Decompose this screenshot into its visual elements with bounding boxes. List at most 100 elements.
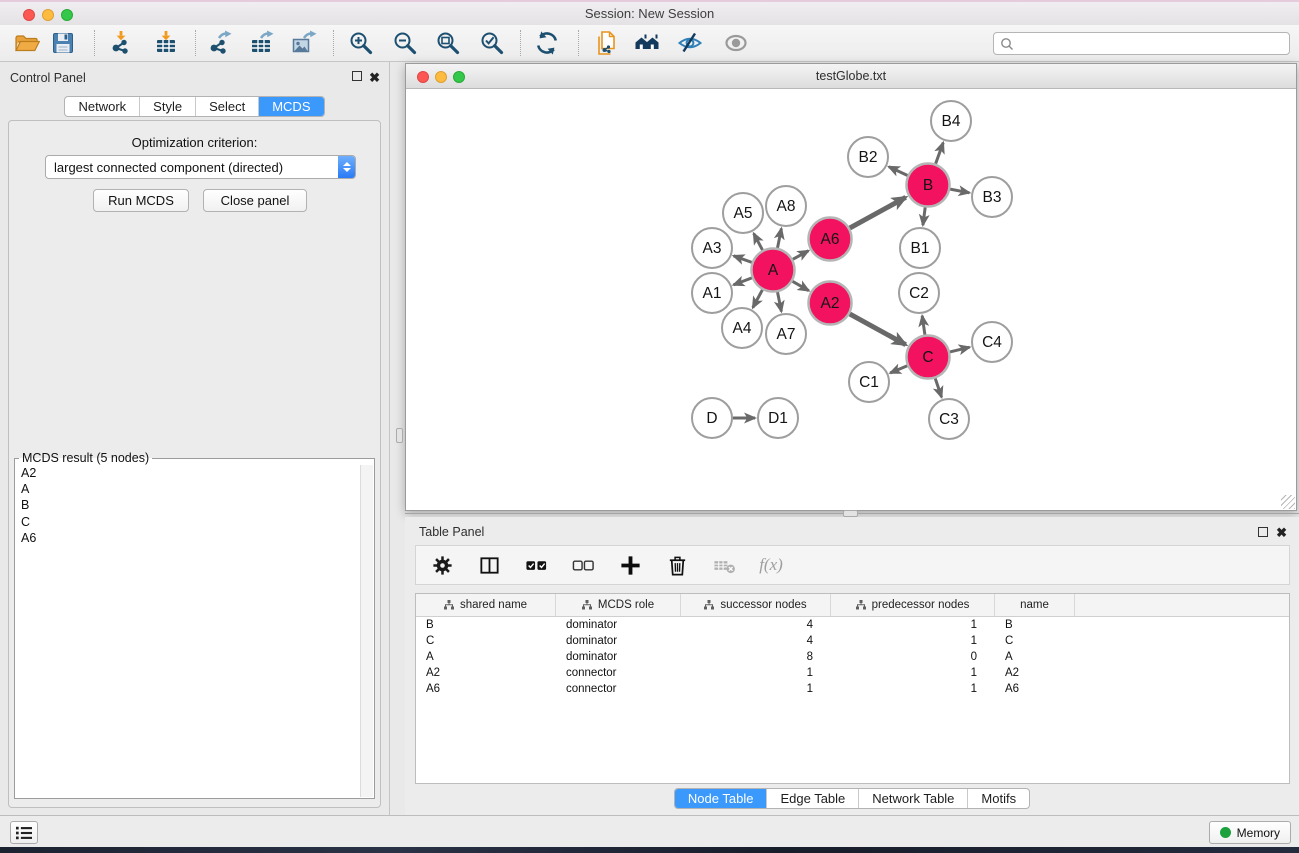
export-table-button[interactable] bbox=[243, 28, 279, 58]
table-settings-button[interactable] bbox=[430, 553, 454, 577]
save-session-button[interactable] bbox=[45, 28, 81, 58]
graph-node-C4[interactable]: C4 bbox=[972, 322, 1012, 362]
result-list-scrollbar[interactable] bbox=[360, 465, 373, 797]
network-window-titlebar[interactable]: testGlobe.txt bbox=[406, 64, 1296, 89]
graph-node-A6[interactable]: A6 bbox=[809, 218, 852, 261]
graph-node-B3[interactable]: B3 bbox=[972, 177, 1012, 217]
graph-node-B[interactable]: B bbox=[907, 164, 950, 207]
table-cell[interactable]: 4 bbox=[681, 633, 831, 649]
table-close-panel-icon[interactable]: ✖ bbox=[1276, 528, 1287, 538]
table-cell[interactable]: 1 bbox=[831, 665, 995, 681]
tab-node-table[interactable]: Node Table bbox=[675, 789, 767, 808]
graph-node-A2[interactable]: A2 bbox=[809, 282, 852, 325]
close-panel-icon[interactable]: ✖ bbox=[369, 73, 380, 83]
graph-edge-B-B3[interactable] bbox=[950, 189, 969, 193]
graph-edge-A-A2[interactable] bbox=[793, 281, 809, 290]
graph-edge-A-A5[interactable] bbox=[754, 233, 763, 250]
search-input[interactable] bbox=[1014, 33, 1289, 54]
zoom-fit-button[interactable] bbox=[430, 28, 466, 58]
table-cell[interactable]: C bbox=[995, 633, 1075, 649]
graph-edge-A-A7[interactable] bbox=[778, 292, 782, 312]
graph-edge-A6-B[interactable] bbox=[850, 197, 906, 228]
table-cell[interactable]: 0 bbox=[831, 649, 995, 665]
column-header-predecessor-nodes[interactable]: predecessor nodes bbox=[831, 594, 995, 616]
result-list-item[interactable]: A2 bbox=[16, 465, 360, 481]
graph-node-D[interactable]: D bbox=[692, 398, 732, 438]
import-network-button[interactable] bbox=[103, 28, 139, 58]
tab-network-table[interactable]: Network Table bbox=[858, 789, 967, 808]
open-file-button[interactable] bbox=[9, 28, 45, 58]
table-row-c[interactable]: Cdominator41C bbox=[416, 633, 1289, 649]
table-cell[interactable]: connector bbox=[556, 681, 681, 697]
table-cell[interactable]: C bbox=[416, 633, 556, 649]
table-cell[interactable]: 1 bbox=[681, 681, 831, 697]
tab-network[interactable]: Network bbox=[65, 97, 139, 116]
table-cell[interactable]: dominator bbox=[556, 633, 681, 649]
graph-node-C2[interactable]: C2 bbox=[899, 273, 939, 313]
graph-node-A3[interactable]: A3 bbox=[692, 228, 732, 268]
add-column-button[interactable] bbox=[618, 553, 642, 577]
new-session-from-network-button[interactable] bbox=[589, 28, 625, 58]
table-cell[interactable]: 1 bbox=[681, 665, 831, 681]
graph-node-C[interactable]: C bbox=[907, 336, 950, 379]
window-resize-grip[interactable] bbox=[1281, 495, 1295, 509]
function-builder-button[interactable]: f(x) bbox=[759, 553, 783, 577]
table-cell[interactable]: A6 bbox=[995, 681, 1075, 697]
graph-node-D1[interactable]: D1 bbox=[758, 398, 798, 438]
table-cell[interactable]: 1 bbox=[831, 633, 995, 649]
browser-home-button[interactable] bbox=[629, 28, 665, 58]
show-panels-button[interactable] bbox=[718, 28, 754, 58]
task-history-button[interactable] bbox=[10, 821, 38, 844]
graph-node-A8[interactable]: A8 bbox=[766, 186, 806, 226]
table-cell[interactable]: dominator bbox=[556, 649, 681, 665]
graph-node-C3[interactable]: C3 bbox=[929, 399, 969, 439]
tab-motifs[interactable]: Motifs bbox=[967, 789, 1029, 808]
graph-node-A7[interactable]: A7 bbox=[766, 314, 806, 354]
zoom-selected-button[interactable] bbox=[474, 28, 510, 58]
delete-columns-button[interactable] bbox=[665, 553, 689, 577]
graph-edge-A2-C[interactable] bbox=[850, 314, 906, 345]
table-cell[interactable]: A bbox=[416, 649, 556, 665]
graph-edge-A-A6[interactable] bbox=[793, 251, 809, 260]
horizontal-splitter-grip[interactable] bbox=[843, 510, 858, 517]
table-cell[interactable]: A bbox=[995, 649, 1075, 665]
refresh-network-button[interactable] bbox=[529, 28, 565, 58]
table-cell[interactable]: A2 bbox=[995, 665, 1075, 681]
tab-select[interactable]: Select bbox=[195, 97, 258, 116]
graph-node-A5[interactable]: A5 bbox=[723, 193, 763, 233]
graph-edge-A-A4[interactable] bbox=[753, 290, 763, 308]
hide-panels-button[interactable] bbox=[672, 28, 708, 58]
search-field[interactable] bbox=[993, 32, 1290, 55]
graph-edge-A-A1[interactable] bbox=[734, 278, 752, 285]
deselect-all-button[interactable] bbox=[571, 553, 595, 577]
column-header-shared-name[interactable]: shared name bbox=[416, 594, 556, 616]
graph-node-C1[interactable]: C1 bbox=[849, 362, 889, 402]
table-cell[interactable]: B bbox=[416, 617, 556, 633]
run-mcds-button[interactable]: Run MCDS bbox=[93, 189, 189, 212]
import-table-button[interactable] bbox=[148, 28, 184, 58]
column-header-mcds-role[interactable]: MCDS role bbox=[556, 594, 681, 616]
float-panel-icon[interactable] bbox=[352, 71, 362, 81]
graph-edge-C-C1[interactable] bbox=[890, 366, 907, 373]
graph-edge-C-C3[interactable] bbox=[935, 378, 941, 397]
table-row-b[interactable]: Bdominator41B bbox=[416, 617, 1289, 633]
tab-edge-table[interactable]: Edge Table bbox=[766, 789, 858, 808]
table-cell[interactable]: 1 bbox=[831, 617, 995, 633]
vertical-splitter-grip[interactable] bbox=[396, 428, 403, 443]
result-list-item[interactable]: A bbox=[16, 481, 360, 497]
network-graph-canvas[interactable]: B4B2BB3A8A5A6A3B1AA1C2A2A4A7C4CC1C3DD1 bbox=[406, 89, 1296, 510]
split-view-button[interactable] bbox=[477, 553, 501, 577]
result-list-item[interactable]: B bbox=[16, 497, 360, 513]
graph-edge-C-C4[interactable] bbox=[950, 347, 970, 352]
graph-edge-A-A8[interactable] bbox=[778, 229, 782, 249]
graph-node-B1[interactable]: B1 bbox=[900, 228, 940, 268]
tab-mcds[interactable]: MCDS bbox=[258, 97, 323, 116]
table-cell[interactable]: 1 bbox=[831, 681, 995, 697]
delete-table-button[interactable] bbox=[712, 553, 736, 577]
table-cell[interactable]: 8 bbox=[681, 649, 831, 665]
result-list-item[interactable]: C bbox=[16, 514, 360, 530]
result-list-item[interactable]: A6 bbox=[16, 530, 360, 546]
table-cell[interactable]: B bbox=[995, 617, 1075, 633]
table-float-panel-icon[interactable] bbox=[1258, 527, 1268, 537]
table-row-a2[interactable]: A2connector11A2 bbox=[416, 665, 1289, 681]
